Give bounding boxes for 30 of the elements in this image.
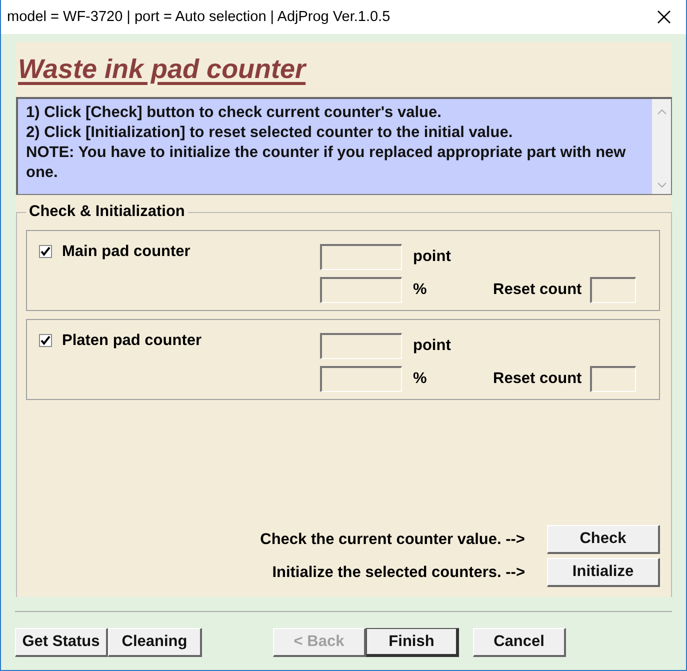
unit-label: % <box>413 370 428 388</box>
unit-label: point <box>413 336 452 354</box>
cleaning-button[interactable]: Cleaning <box>108 628 202 657</box>
finish-button[interactable]: Finish <box>366 628 459 657</box>
reset-count-label: Reset count <box>493 280 582 298</box>
reset-count-field[interactable] <box>590 276 636 302</box>
page-heading: Waste ink pad counter <box>18 54 306 85</box>
cancel-button[interactable]: Cancel <box>473 628 566 657</box>
get-status-button[interactable]: Get Status <box>15 628 108 657</box>
checkbox[interactable] <box>39 245 52 258</box>
reset-count-field[interactable] <box>590 366 636 392</box>
action-hint: Check the current counter value. --> <box>260 530 525 548</box>
action-hint: Initialize the selected counters. --> <box>272 564 525 582</box>
counter-label: Main pad counter <box>62 243 190 261</box>
point-field[interactable] <box>320 332 402 358</box>
reset-count-label: Reset count <box>493 370 582 388</box>
instruction-text: 1) Click [Check] button to check current counter's value. <box>26 103 442 123</box>
counter-label: Platen pad counter <box>62 332 202 350</box>
unit-label: % <box>413 280 428 298</box>
window-title: model = WF-3720 | port = Auto selection | AdjProg Ver.1.0.5 <box>7 9 390 25</box>
instruction-text: NOTE: You have to initialize the counter if you replaced appropriate part with new one. <box>26 143 627 183</box>
percent-field[interactable] <box>320 366 402 392</box>
instruction-text: 2) Click [Initialization] to reset selected counter to the initial value. <box>26 123 514 143</box>
close-icon[interactable] <box>657 10 671 24</box>
checkbox[interactable] <box>39 334 52 347</box>
action-button[interactable]: Check <box>547 525 660 554</box>
unit-label: point <box>413 248 452 266</box>
point-field[interactable] <box>320 244 402 270</box>
percent-field[interactable] <box>320 276 402 302</box>
action-button[interactable]: Initialize <box>547 558 660 587</box>
